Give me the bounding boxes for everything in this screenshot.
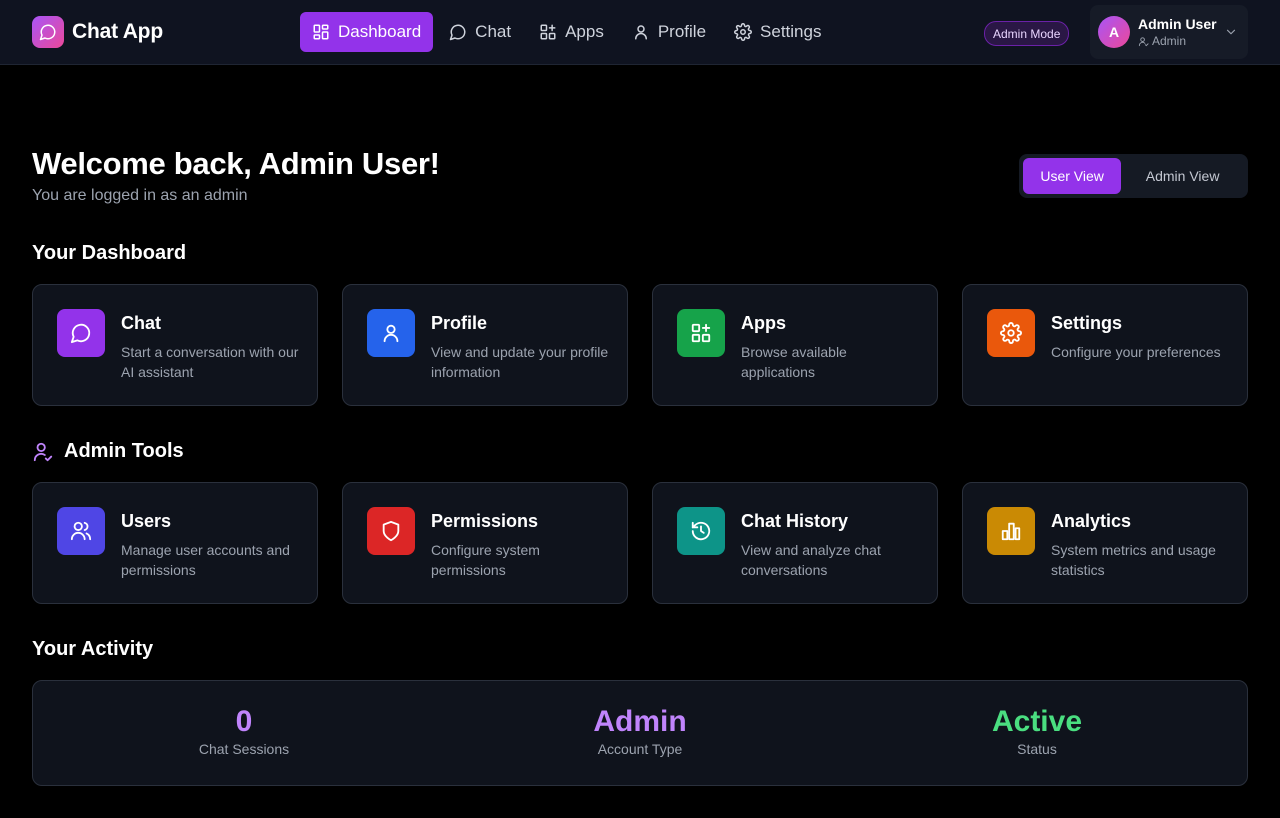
card-description: View and analyze chat conversations: [741, 542, 881, 578]
nav-dashboard[interactable]: Dashboard: [300, 12, 434, 52]
card-title: Permissions: [431, 511, 539, 531]
card-description: Browse available applications: [741, 344, 847, 380]
gear-icon: [987, 309, 1035, 357]
card-users[interactable]: Users Manage user accounts and permissio…: [32, 482, 318, 604]
stat-value: Admin: [593, 705, 687, 738]
shield-icon: [367, 507, 415, 555]
card-permissions[interactable]: Permissions Configure system permissions: [342, 482, 628, 604]
user-role-icon: [1138, 36, 1149, 46]
stat-value: 0: [235, 705, 253, 738]
dashboard-cards: Chat Start a conversation with our AI as…: [32, 284, 1248, 406]
nav-label: Settings: [760, 22, 822, 41]
top-navbar: Chat App Dashboard Chat Apps Profile Set…: [0, 0, 1280, 65]
stat-status: Active Status: [887, 705, 1187, 757]
user-icon: [634, 25, 647, 40]
card-description: Configure your preferences: [1051, 344, 1221, 360]
user-role-label: Admin: [1152, 34, 1187, 48]
card-title: Settings: [1051, 313, 1123, 333]
user-role: Admin: [1138, 34, 1217, 48]
history-icon: [677, 507, 725, 555]
card-title: Analytics: [1051, 511, 1132, 531]
card-title: Profile: [431, 313, 488, 333]
main-nav: Dashboard Chat Apps Profile Settings: [300, 12, 837, 52]
chevron-down-icon: [1226, 29, 1236, 35]
card-description: View and update your profile information: [431, 344, 609, 380]
activity-section-title: Your Activity: [32, 638, 154, 660]
admin-mode-badge: Admin Mode: [984, 21, 1070, 46]
stat-chat-sessions: 0 Chat Sessions: [94, 705, 394, 757]
activity-panel: 0 Chat Sessions Admin Account Type Activ…: [32, 680, 1248, 786]
stat-label: Account Type: [597, 741, 683, 757]
card-chat-history[interactable]: Chat History View and analyze chat conve…: [652, 482, 938, 604]
nav-chat[interactable]: Chat: [437, 12, 523, 52]
card-title: Users: [121, 511, 172, 531]
stat-value: Active: [991, 705, 1083, 738]
user-name: Admin User: [1138, 16, 1217, 32]
nav-label: Chat: [475, 22, 512, 41]
page-title: Welcome back, Admin User!: [32, 146, 440, 181]
card-description: Manage user accounts and permissions: [121, 542, 290, 578]
card-description: Configure system permissions: [431, 542, 540, 578]
admin-tools-heading: Admin Tools: [32, 440, 184, 463]
gear-icon: [734, 23, 752, 41]
user-view-button[interactable]: User View: [1023, 158, 1122, 194]
admin-tool-cards: Users Manage user accounts and permissio…: [32, 482, 1248, 604]
avatar: A: [1098, 16, 1130, 48]
card-title: Chat: [121, 313, 161, 333]
chat-bubble-icon: [57, 309, 105, 357]
chat-bubble-icon: [449, 24, 466, 41]
view-toggle: User View Admin View: [1019, 154, 1248, 198]
bar-chart-icon: [987, 507, 1035, 555]
card-description: Start a conversation with our AI assista…: [121, 344, 299, 380]
nav-label: Dashboard: [338, 22, 422, 41]
page-subtitle: You are logged in as an admin: [32, 187, 248, 204]
apps-grid-icon: [677, 309, 725, 357]
card-profile[interactable]: Profile View and update your profile inf…: [342, 284, 628, 406]
user-icon: [367, 309, 415, 357]
stat-label: Status: [1017, 741, 1057, 757]
card-analytics[interactable]: Analytics System metrics and usage stati…: [962, 482, 1248, 604]
dashboard-section-title: Your Dashboard: [32, 242, 187, 264]
app-name: Chat App: [72, 20, 163, 43]
user-menu-button[interactable]: A Admin User Admin: [1090, 5, 1248, 59]
nav-profile[interactable]: Profile: [620, 12, 718, 52]
stat-label: Chat Sessions: [198, 741, 290, 757]
nav-settings[interactable]: Settings: [722, 12, 833, 52]
card-chat[interactable]: Chat Start a conversation with our AI as…: [32, 284, 318, 406]
nav-label: Apps: [565, 22, 604, 41]
admin-view-button[interactable]: Admin View: [1121, 158, 1244, 194]
card-title: Apps: [741, 313, 786, 333]
brand[interactable]: Chat App: [32, 16, 163, 48]
card-apps[interactable]: Apps Browse available applications: [652, 284, 938, 406]
card-title: Chat History: [741, 511, 849, 531]
card-settings[interactable]: Settings Configure your preferences: [962, 284, 1248, 406]
stat-account-type: Admin Account Type: [490, 705, 790, 757]
chat-logo-icon: [32, 16, 64, 48]
nav-label: Profile: [657, 22, 707, 41]
user-check-icon: [33, 442, 53, 461]
admin-tools-title: Admin Tools: [64, 440, 184, 462]
dashboard-icon: [313, 24, 329, 40]
users-icon: [57, 507, 105, 555]
card-description: System metrics and usage statistics: [1051, 542, 1216, 578]
apps-grid-icon: [540, 24, 556, 40]
nav-apps[interactable]: Apps: [527, 12, 616, 52]
